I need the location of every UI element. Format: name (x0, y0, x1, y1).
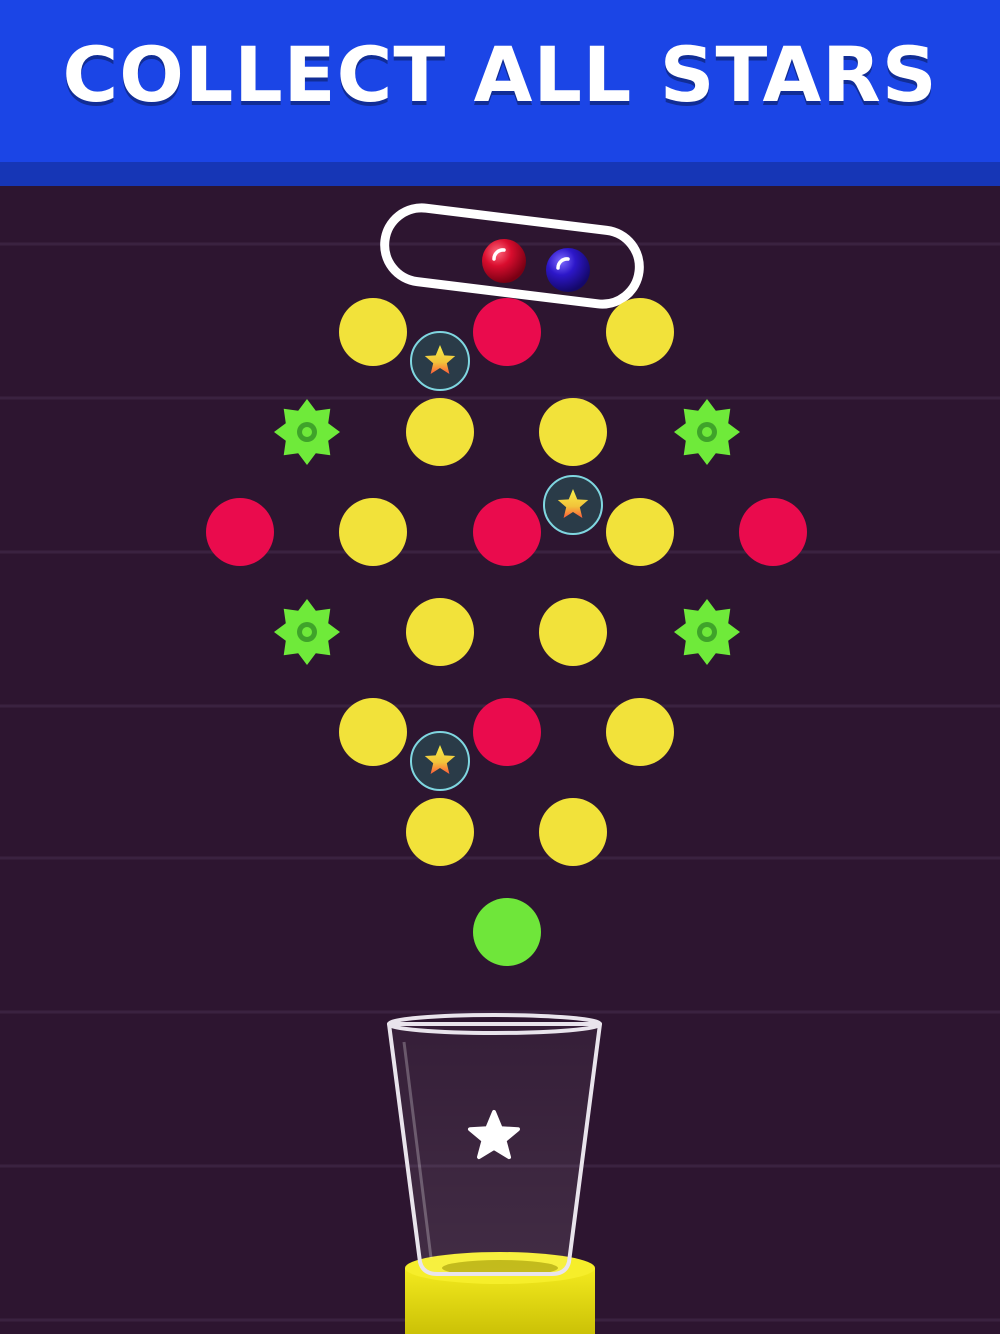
yellow-peg (339, 498, 407, 566)
star-icon (410, 731, 470, 791)
glass-cup-icon (387, 1013, 602, 1276)
yellow-peg (406, 798, 474, 866)
yellow-peg (539, 798, 607, 866)
spiked-gear-icon (674, 399, 740, 465)
red-peg (206, 498, 274, 566)
purple-ball (546, 248, 590, 292)
title-banner-shadow (0, 162, 1000, 186)
yellow-pegs (339, 298, 674, 866)
yellow-peg (539, 398, 607, 466)
game-screen: COLLECT ALL STARS (0, 0, 1000, 1334)
green-ball (473, 898, 541, 966)
red-ball (482, 239, 526, 283)
red-pegs (206, 298, 807, 766)
yellow-peg (339, 298, 407, 366)
banner-title: COLLECT ALL STARS (62, 30, 938, 119)
red-peg (473, 698, 541, 766)
yellow-peg (339, 698, 407, 766)
yellow-peg (606, 298, 674, 366)
spiked-gear-icon (274, 599, 340, 665)
yellow-peg (606, 698, 674, 766)
spiked-gear-icon (674, 599, 740, 665)
yellow-peg (606, 498, 674, 566)
star-icon (543, 475, 603, 535)
yellow-peg (539, 598, 607, 666)
red-peg (473, 298, 541, 366)
star-icon (410, 331, 470, 391)
red-peg (473, 498, 541, 566)
yellow-peg (406, 398, 474, 466)
red-peg (739, 498, 807, 566)
yellow-peg (406, 598, 474, 666)
game-board[interactable] (0, 186, 1000, 1334)
board-svg (0, 203, 1000, 1334)
spiked-gear-icon (274, 399, 340, 465)
